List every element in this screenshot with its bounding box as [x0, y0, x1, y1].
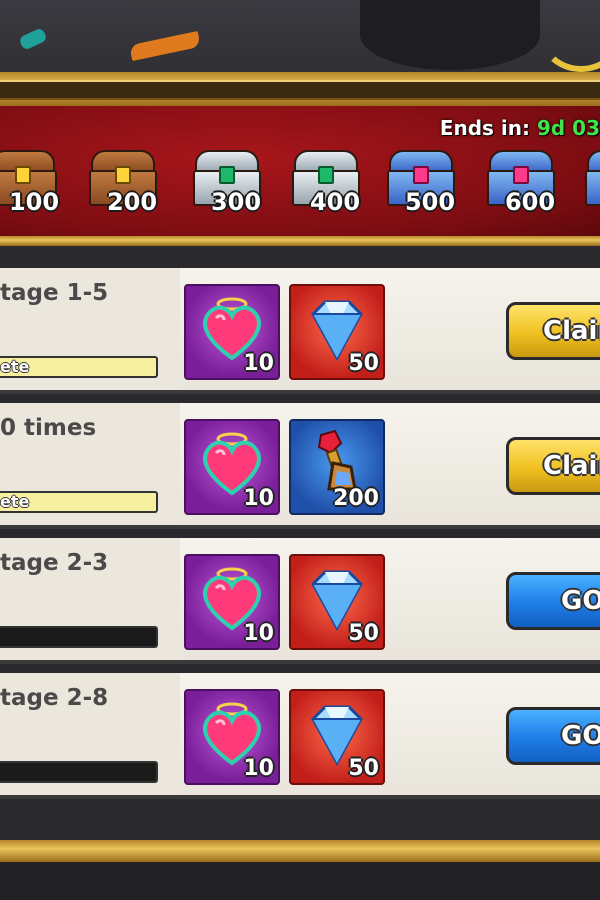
quest-row: tage 2-3 10 50 GO: [0, 538, 600, 664]
milestone-label: 200: [106, 188, 158, 216]
milestone-label: 500: [404, 188, 456, 216]
dark-shape-decoration: [360, 0, 540, 70]
milestone-chest-next[interactable]: [584, 150, 600, 206]
gold-frame-mid: [0, 236, 600, 246]
quest-row: tage 1-5 ete 10 50 Claim: [0, 268, 600, 394]
quest-card: tage 2-3 10 50 GO: [0, 538, 600, 664]
quest-card: 0 times ete 10 200 Claim: [0, 403, 600, 529]
quest-title: 0 times: [0, 415, 97, 441]
reward-diamond[interactable]: 50: [289, 689, 385, 785]
reward-qty: 50: [348, 351, 379, 376]
reward-heart-gem[interactable]: 10: [184, 419, 280, 515]
quest-title: tage 2-3: [0, 550, 109, 576]
quest-row: tage 2-8 10 50 GO: [0, 673, 600, 799]
reward-heart-gem[interactable]: 10: [184, 689, 280, 785]
reward-ruby-key[interactable]: 200: [289, 419, 385, 515]
reward-heart-gem[interactable]: 10: [184, 284, 280, 380]
ends-time: 9d 03: [536, 116, 600, 140]
milestone-label: 100: [8, 188, 60, 216]
quest-title: tage 2-8: [0, 685, 109, 711]
reward-qty: 50: [348, 756, 379, 781]
reward-qty: 10: [243, 621, 274, 646]
reward-diamond[interactable]: 50: [289, 284, 385, 380]
claim-button[interactable]: Claim: [506, 437, 600, 495]
event-timer: Ends in: 9d 03: [440, 116, 600, 140]
reward-heart-gem[interactable]: 10: [184, 554, 280, 650]
reward-diamond[interactable]: 50: [289, 554, 385, 650]
quest-progress-bar: ete: [0, 356, 158, 378]
milestone-label: 600: [504, 188, 556, 216]
progress-text: ete: [0, 357, 30, 376]
gold-swirl-decoration: [540, 0, 600, 72]
scene-backdrop: [0, 0, 600, 80]
reward-qty: 10: [243, 486, 274, 511]
progress-text: ete: [0, 492, 30, 511]
gold-frame-top: [0, 72, 600, 106]
quest-progress-bar: [0, 761, 158, 783]
reward-qty: 10: [243, 351, 274, 376]
quest-card: tage 2-8 10 50 GO: [0, 673, 600, 799]
bottom-backdrop: [0, 862, 600, 900]
go-button[interactable]: GO: [506, 572, 600, 630]
reward-qty: 50: [348, 621, 379, 646]
quest-card: tage 1-5 ete 10 50 Claim: [0, 268, 600, 394]
reward-qty: 200: [333, 486, 379, 511]
go-button[interactable]: GO: [506, 707, 600, 765]
milestone-banner: Ends in: 9d 03 100 200 300 400 500 600: [0, 106, 600, 240]
gold-frame-bottom: [0, 840, 600, 862]
quest-progress-bar: ete: [0, 491, 158, 513]
reward-qty: 10: [243, 756, 274, 781]
quest-row: 0 times ete 10 200 Claim: [0, 403, 600, 529]
quest-progress-bar: [0, 626, 158, 648]
orange-ribbon-decoration: [129, 30, 201, 62]
teal-ribbon-decoration: [18, 27, 48, 51]
milestone-label: 400: [309, 188, 361, 216]
claim-button[interactable]: Claim: [506, 302, 600, 360]
ends-label: Ends in:: [439, 116, 530, 140]
quest-title: tage 1-5: [0, 280, 109, 306]
milestone-label: 300: [210, 188, 262, 216]
